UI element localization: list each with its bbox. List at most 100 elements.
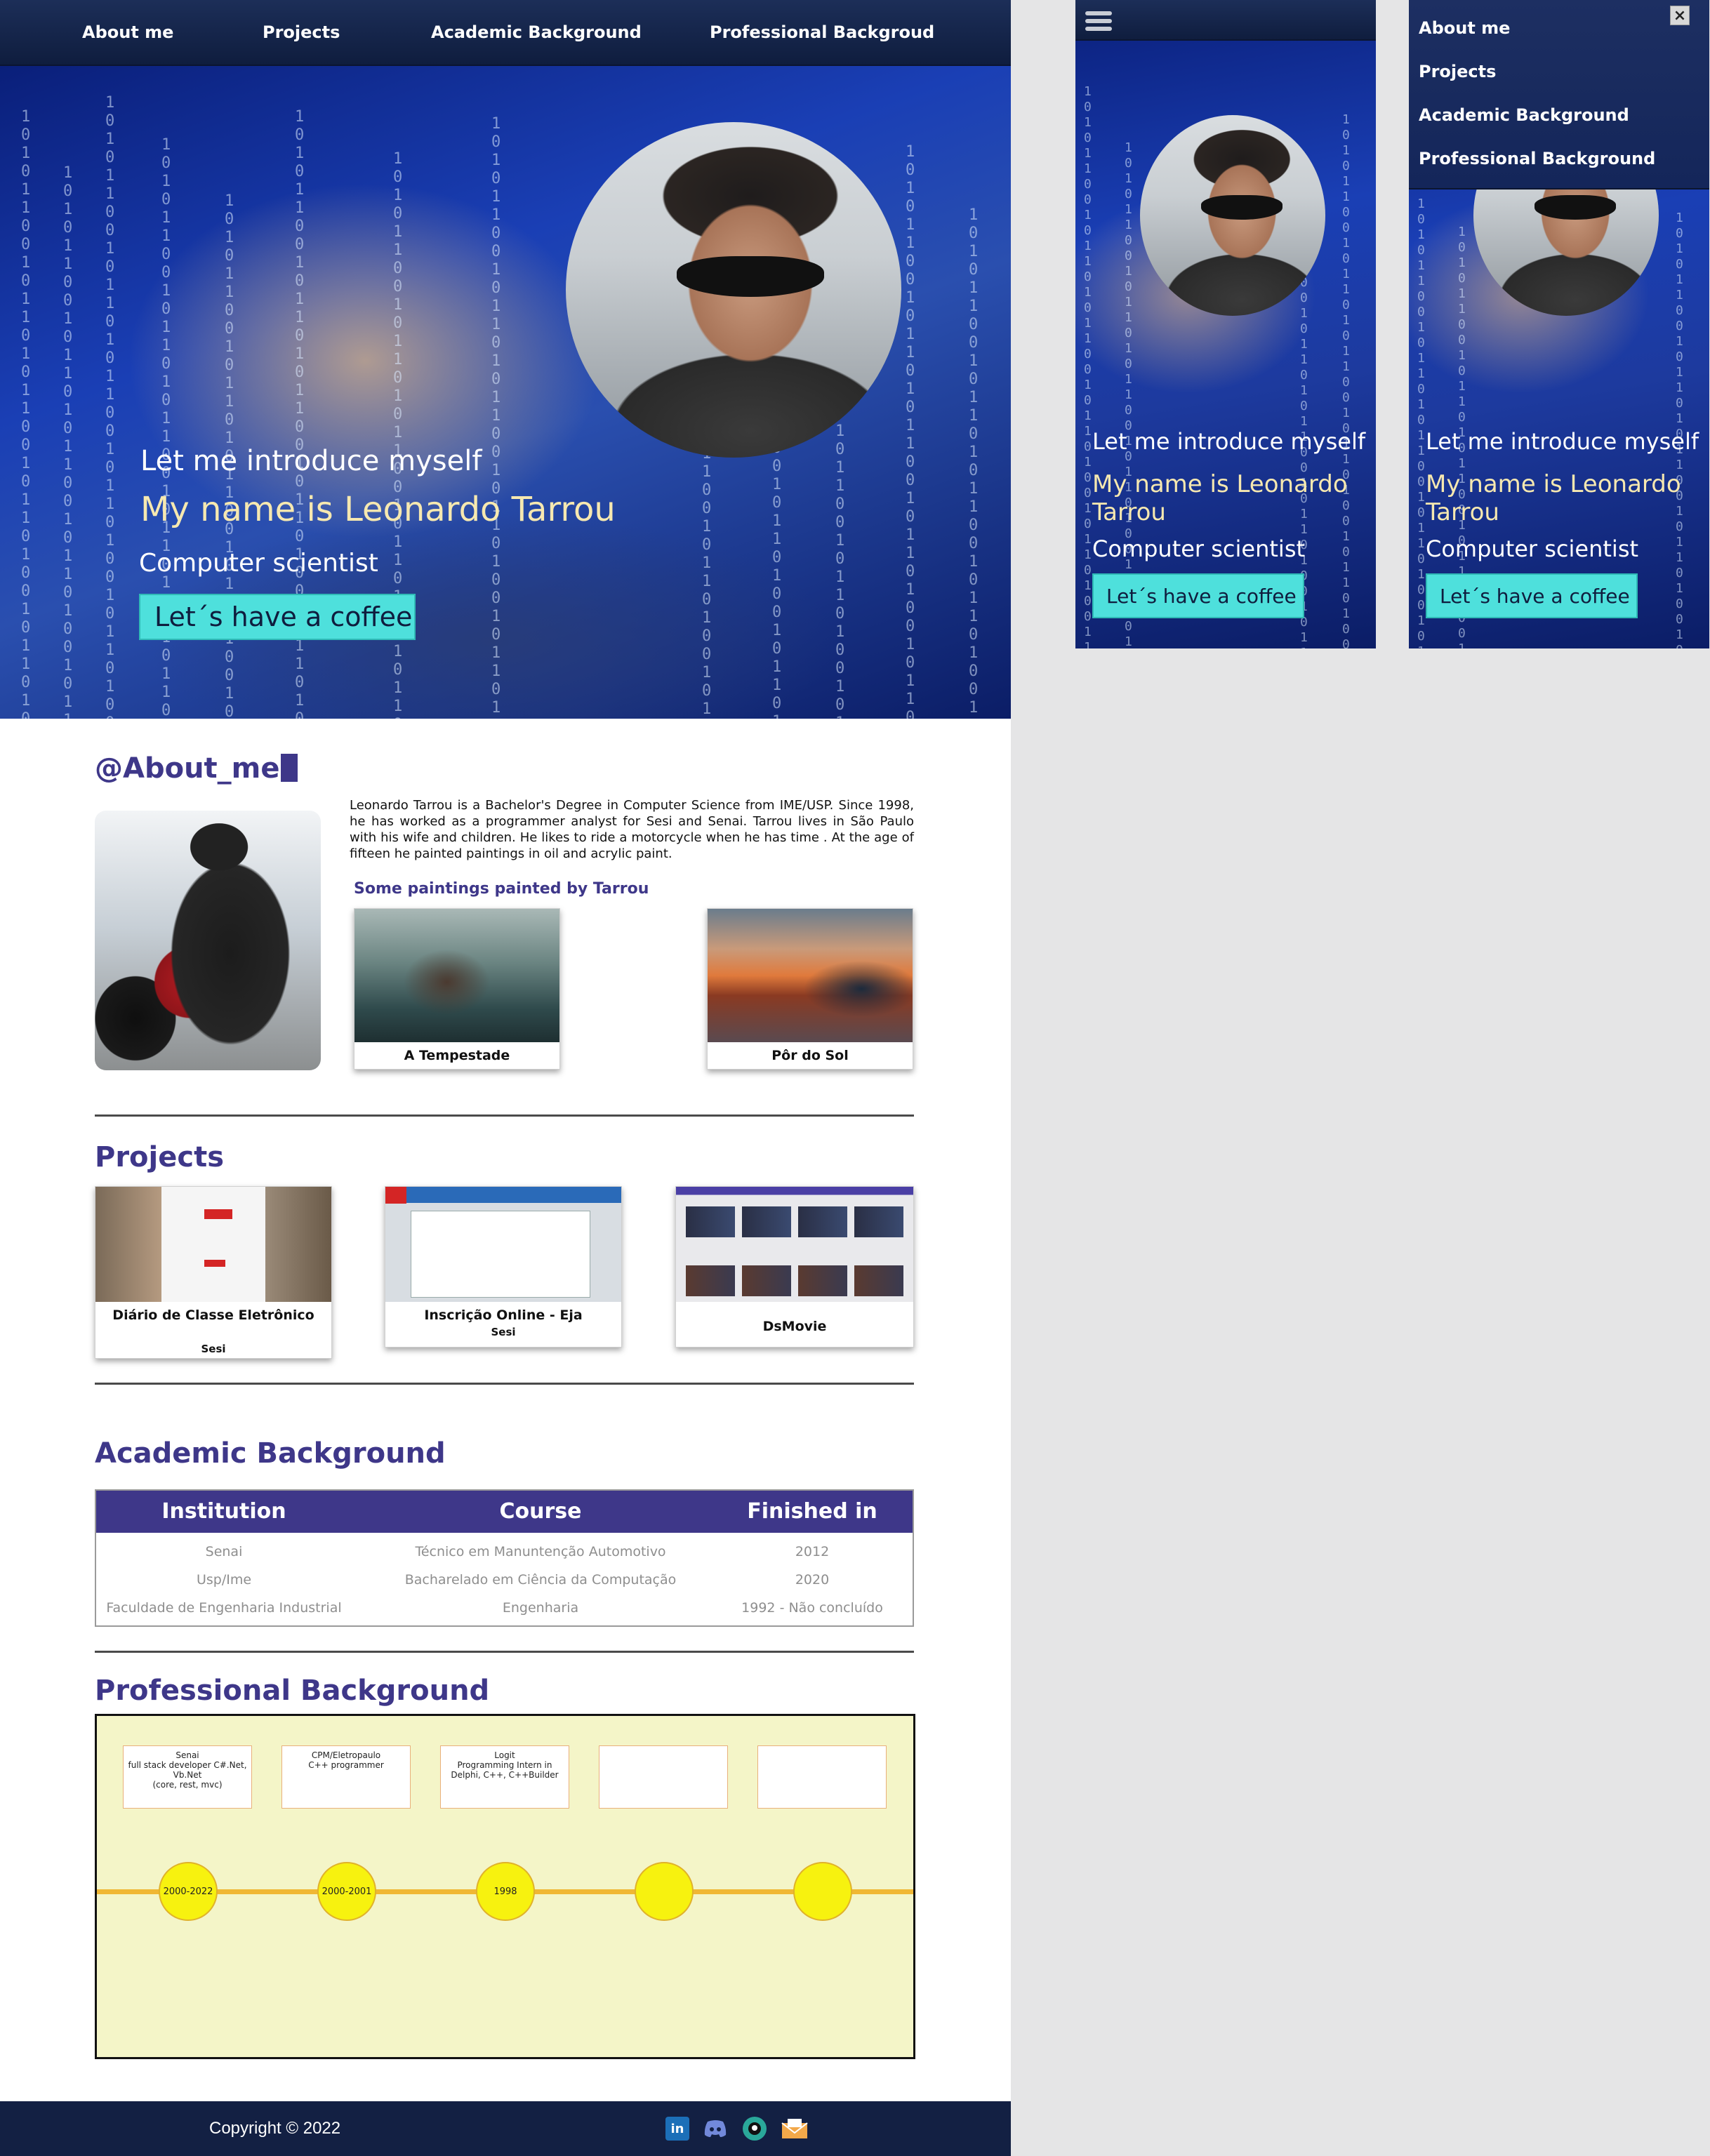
hamburger-line bbox=[1085, 19, 1112, 23]
painting-sunset-image bbox=[708, 909, 913, 1042]
timeline-box-line: Senai bbox=[175, 1750, 199, 1760]
table-cell: Faculdade de Engenharia Industrial bbox=[106, 1600, 342, 1616]
coffee-button[interactable]: Let´s have a coffee bbox=[1092, 573, 1304, 618]
form-preview bbox=[411, 1211, 590, 1298]
section-divider bbox=[95, 1651, 914, 1653]
project-caption: DsMovie bbox=[762, 1319, 827, 1334]
painting-card[interactable]: Pôr do Sol bbox=[707, 908, 913, 1070]
timeline-dot[interactable] bbox=[635, 1862, 694, 1921]
hero-intro: Let me introduce myself bbox=[1092, 428, 1366, 455]
hero-name-line: Tarrou bbox=[1426, 498, 1499, 526]
timeline-dot[interactable]: 2000-2022 bbox=[159, 1862, 218, 1921]
timeline-box-line: CPM/Eletropaulo bbox=[311, 1750, 381, 1760]
timeline-box bbox=[757, 1745, 887, 1809]
painting-card[interactable]: A Tempestade bbox=[354, 908, 560, 1070]
project-sub: Sesi bbox=[491, 1326, 516, 1338]
sesi-logo bbox=[204, 1209, 232, 1219]
desktop-page: About me Projects Academic Background Pr… bbox=[0, 0, 1011, 2156]
table-cell: Bacharelado em Ciência da Computação bbox=[404, 1572, 677, 1588]
mobile-top-bar bbox=[1075, 0, 1376, 41]
academic-table: Institution Course Finished in Senai Téc… bbox=[95, 1489, 914, 1627]
hero-intro: Let me introduce myself bbox=[140, 445, 482, 477]
copyright-text: Copyright © 2022 bbox=[209, 2119, 341, 2138]
binary-rain: 1010110010110101100101101001011010011001… bbox=[21, 108, 31, 719]
coffee-button[interactable]: Let´s have a coffee bbox=[1426, 573, 1638, 618]
timeline-dot[interactable]: 2000-2001 bbox=[317, 1862, 376, 1921]
table-cell: 1992 - Não concluído bbox=[741, 1600, 883, 1616]
professional-title: Professional Background bbox=[95, 1675, 490, 1707]
table-cell: Engenharia bbox=[502, 1600, 579, 1616]
nav-about-me[interactable]: About me bbox=[82, 22, 173, 42]
paintings-title: Some paintings painted by Tarrou bbox=[354, 880, 649, 898]
top-navigation: About me Projects Academic Background Pr… bbox=[0, 0, 1011, 66]
sunglasses bbox=[1535, 195, 1617, 220]
painting-storm-image bbox=[354, 909, 559, 1042]
sunglasses bbox=[1201, 195, 1283, 220]
timeline-box-line: Programming Intern in bbox=[457, 1760, 552, 1770]
table-cell: Usp/Ime bbox=[196, 1572, 252, 1588]
painting-caption: A Tempestade bbox=[404, 1048, 510, 1063]
binary-rain: 1010110010110101100101101001011010011001… bbox=[63, 164, 73, 719]
hero-name-line: Tarrou bbox=[1092, 498, 1166, 526]
timeline-box-line: Vb.Net bbox=[173, 1770, 202, 1780]
menu-item-professional-background[interactable]: Professional Background bbox=[1419, 149, 1655, 168]
hero-intro: Let me introduce myself bbox=[1426, 428, 1699, 455]
table-header: Institution Course Finished in bbox=[96, 1491, 913, 1533]
project-caption: Diário de Classe Eletrônico bbox=[112, 1307, 314, 1323]
binary-rain: 1010110010110101100101101001011010011001… bbox=[969, 206, 979, 719]
nav-professional-background[interactable]: Professional Backgroud bbox=[710, 22, 934, 42]
timeline-box: Senai full stack developer C#.Net, Vb.Ne… bbox=[123, 1745, 252, 1809]
motorcycle-photo bbox=[95, 811, 321, 1070]
project-card-dsmovie[interactable]: DsMovie bbox=[675, 1186, 914, 1348]
profile-photo bbox=[566, 122, 901, 458]
project-card-inscricao[interactable]: Inscrição Online - Eja Sesi bbox=[385, 1186, 622, 1348]
about-title: @About_me bbox=[95, 752, 298, 785]
github-icon[interactable] bbox=[743, 2117, 767, 2141]
discord-icon[interactable] bbox=[703, 2117, 727, 2141]
timeline-box-line: C++ programmer bbox=[308, 1760, 384, 1770]
github-glyph bbox=[748, 2122, 761, 2135]
project-thumbnail bbox=[676, 1187, 913, 1302]
binary-rain: 1010110010110101100101101001011010011001… bbox=[1125, 140, 1132, 648]
footer: Copyright © 2022 in bbox=[0, 2101, 1011, 2156]
timeline-box bbox=[599, 1745, 728, 1809]
hamburger-menu-icon[interactable] bbox=[1085, 11, 1112, 31]
hero-role: Computer scientist bbox=[1426, 535, 1639, 562]
section-divider bbox=[95, 1114, 914, 1117]
project-card-diario[interactable]: Diário de Classe Eletrônico Sesi bbox=[95, 1186, 332, 1359]
binary-rain: 1010110010110101100101101001011010011001… bbox=[491, 115, 501, 719]
column-header: Institution bbox=[161, 1499, 286, 1524]
hero-name: My name is Leonardo Tarrou bbox=[140, 490, 616, 529]
hero-role: Computer scientist bbox=[1092, 535, 1306, 562]
project-thumbnail bbox=[385, 1187, 621, 1302]
mobile-nav-menu: About me Projects Academic Background Pr… bbox=[1409, 0, 1709, 189]
table-cell: 2020 bbox=[795, 1572, 830, 1588]
timeline-box-line: (core, rest, mvc) bbox=[152, 1780, 223, 1790]
linkedin-icon[interactable]: in bbox=[665, 2117, 689, 2141]
menu-item-projects[interactable]: Projects bbox=[1419, 62, 1496, 81]
nav-academic-background[interactable]: Academic Background bbox=[431, 22, 642, 42]
binary-rain: 1010110010110101100101101001011010011001… bbox=[1342, 112, 1350, 648]
mobile-view-closed: 1010110010110101100101101001011010011001… bbox=[1075, 0, 1376, 648]
projects-title: Projects bbox=[95, 1141, 225, 1173]
close-icon[interactable]: × bbox=[1670, 6, 1690, 25]
table-cell: 2012 bbox=[795, 1544, 830, 1559]
hero-role: Computer scientist bbox=[139, 549, 378, 578]
project-thumbnail bbox=[95, 1187, 331, 1302]
column-header: Course bbox=[499, 1499, 582, 1524]
binary-rain: 1010110010110101100101101001011010011001… bbox=[906, 143, 915, 719]
nav-projects[interactable]: Projects bbox=[263, 22, 340, 42]
hero-name: My name is Leonardo Tarrou bbox=[1426, 470, 1681, 526]
academic-title: Academic Background bbox=[95, 1437, 446, 1470]
text-cursor bbox=[281, 754, 298, 782]
timeline-dot[interactable] bbox=[793, 1862, 852, 1921]
menu-item-academic-background[interactable]: Academic Background bbox=[1419, 105, 1629, 125]
timeline-dot[interactable]: 1998 bbox=[476, 1862, 535, 1921]
about-title-text: @About_me bbox=[95, 752, 280, 785]
coffee-button[interactable]: Let´s have a coffee bbox=[139, 594, 416, 640]
movie-posters-row bbox=[686, 1265, 903, 1296]
section-divider bbox=[95, 1383, 914, 1385]
menu-item-about-me[interactable]: About me bbox=[1419, 18, 1510, 38]
about-description: Leonardo Tarrou is a Bachelor's Degree i… bbox=[350, 798, 914, 861]
email-icon[interactable] bbox=[781, 2117, 809, 2141]
